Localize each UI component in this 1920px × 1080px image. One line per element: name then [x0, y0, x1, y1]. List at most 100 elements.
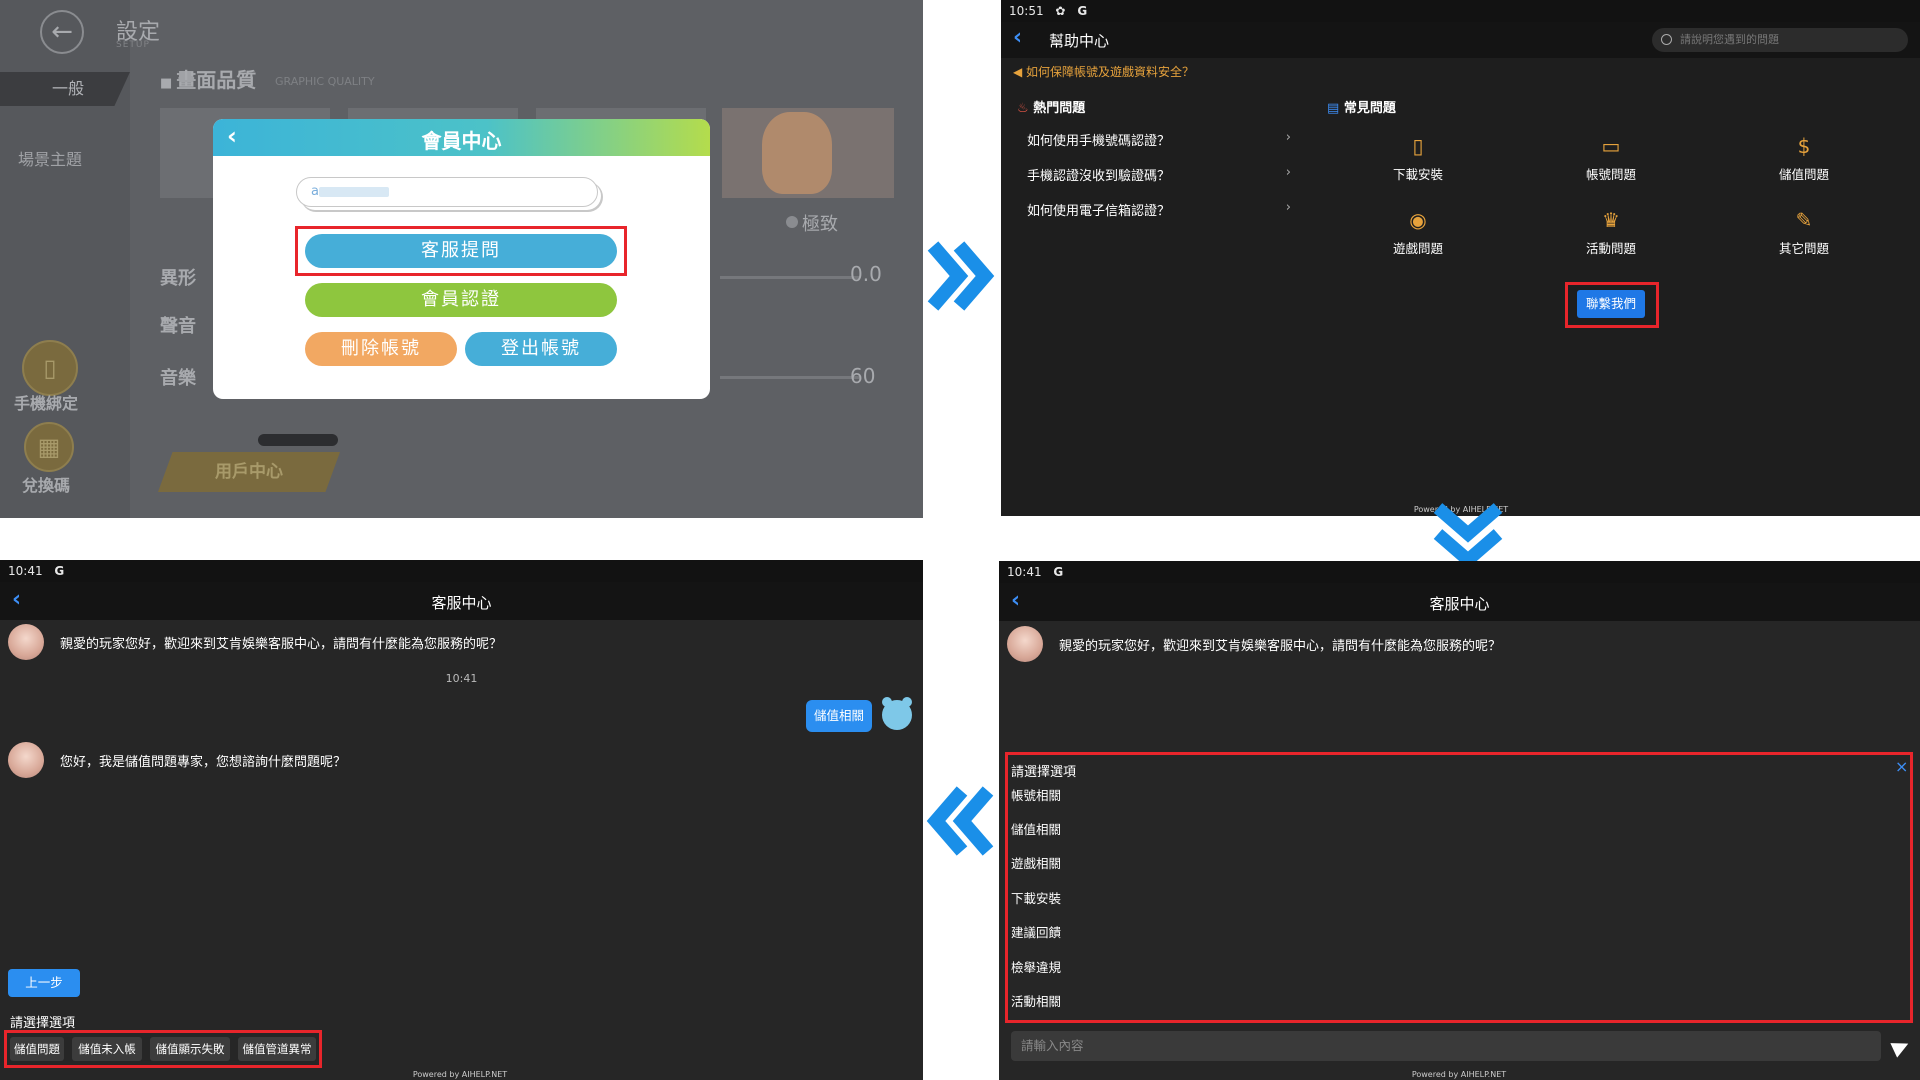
ultra-label: 極致	[802, 214, 838, 235]
tab-general[interactable]: 一般	[0, 72, 130, 106]
choice-item[interactable]: 下載安裝	[1011, 888, 1061, 907]
hot-question-item[interactable]: 如何使用手機號碼認證？ ›	[1027, 130, 1291, 149]
choice-item[interactable]: 建議回饋	[1011, 922, 1061, 941]
status-bar: 10:41 G	[0, 560, 923, 582]
delete-account-button[interactable]: 刪除帳號	[305, 332, 457, 366]
message-time: 10:41	[445, 672, 478, 685]
faq-icon: ▤	[1327, 101, 1344, 116]
back-arrow-icon[interactable]: ←	[40, 10, 84, 54]
top-bar: ‹ 客服中心	[0, 582, 923, 620]
arrow-right-icon	[927, 241, 995, 311]
member-verify-button[interactable]: 會員認證	[305, 283, 617, 317]
setting-slider-3[interactable]	[720, 376, 860, 379]
hot-question-item[interactable]: 手機認證沒收到驗證碼？ ›	[1027, 165, 1291, 184]
status-time: 10:51	[1009, 4, 1044, 18]
choice-item[interactable]: 檢舉違規	[1011, 957, 1061, 976]
palette-icon: ✿	[1055, 4, 1066, 18]
setting-slider-1[interactable]	[720, 276, 860, 279]
notice-text: 如何保障帳號及遊戲資料安全？	[1026, 65, 1195, 79]
setting-row-label-1: 異形	[160, 268, 196, 289]
faq-label: 儲值問題	[1778, 167, 1829, 182]
member-center-modal: ‹ 會員中心 a 客服提問 會員認證 刪除帳號 登出帳號	[213, 119, 710, 399]
faq-label: 帳號問題	[1585, 167, 1636, 182]
choice-item[interactable]: 儲值相關	[1011, 819, 1061, 838]
account-prefix: a	[311, 184, 319, 199]
status-bar: 10:51 ✿ G	[1001, 0, 1920, 22]
top-bar: ‹ 幫助中心 請說明您遇到的問題	[1001, 22, 1920, 58]
agent-avatar	[1007, 626, 1043, 662]
choice-title: 請選擇選項	[1011, 765, 1077, 780]
chevron-right-icon: ›	[1285, 165, 1291, 180]
help-center-screen: 10:51 ✿ G ‹ 幫助中心 請說明您遇到的問題 ◀ 如何保障帳號及遊戲資料…	[1001, 0, 1920, 516]
setting-toggle[interactable]	[258, 434, 338, 446]
faq-title: ▤ 常見問題	[1327, 97, 1396, 116]
faq-label: 活動問題	[1585, 241, 1636, 256]
notice-banner[interactable]: ◀ 如何保障帳號及遊戲資料安全？	[1013, 63, 1194, 80]
hot-question-text: 如何使用手機號碼認證？	[1027, 134, 1171, 149]
megaphone-icon: ◀	[1013, 65, 1027, 79]
faq-account[interactable]: ▭ 帳號問題	[1551, 134, 1671, 183]
highlight-box	[295, 226, 627, 276]
user-message-bubble: 儲值相關	[806, 700, 872, 732]
option-chip[interactable]: 儲值問題	[10, 1037, 64, 1061]
choice-item[interactable]: 活動相關	[1011, 991, 1061, 1010]
setting-row-label-3: 音樂	[160, 368, 196, 389]
faq-event[interactable]: ♛ 活動問題	[1551, 208, 1671, 257]
gift-icon[interactable]: ▦	[24, 422, 74, 472]
google-icon: G	[54, 564, 65, 578]
quality-thumb-ultra[interactable]	[722, 108, 894, 198]
id-card-icon: ▭	[1601, 134, 1621, 158]
faq-game[interactable]: ◉ 遊戲問題	[1358, 208, 1478, 257]
option-chip[interactable]: 儲值顯示失敗	[150, 1037, 230, 1061]
send-icon[interactable]	[1890, 1036, 1912, 1058]
hot-question-item[interactable]: 如何使用電子信箱認證？ ›	[1027, 200, 1291, 219]
faq-payment[interactable]: $ 儲值問題	[1744, 134, 1864, 183]
greeting-message: 親愛的玩家您好，歡迎來到艾肯娛樂客服中心，請問有什麼能為您服務的呢？	[60, 637, 503, 652]
camera-icon: ■	[160, 76, 173, 91]
option-chip[interactable]: 儲值管道異常	[238, 1037, 316, 1061]
hot-questions-title: ♨ 熱門問題	[1017, 97, 1085, 116]
close-icon[interactable]: ×	[1895, 757, 1908, 776]
user-center-button[interactable]: 用戶中心	[158, 452, 340, 492]
help-center-title: 幫助中心	[1049, 32, 1110, 50]
faq-other[interactable]: ✎ 其它問題	[1744, 208, 1864, 257]
logout-button[interactable]: 登出帳號	[465, 332, 617, 366]
faq-download-install[interactable]: ▯ 下載安裝	[1358, 134, 1478, 183]
search-placeholder: 請說明您遇到的問題	[1680, 33, 1779, 46]
phone-bind-label: 手機綁定	[14, 394, 79, 413]
faq-label: 下載安裝	[1392, 167, 1443, 182]
message-input[interactable]: 請輸入內容	[1011, 1031, 1881, 1061]
graphic-quality-text: 畫面品質	[176, 68, 257, 92]
ultra-radio[interactable]	[786, 216, 798, 228]
greeting-message: 親愛的玩家您好，歡迎來到艾肯娛樂客服中心，請問有什麼能為您服務的呢？	[1059, 639, 1502, 654]
hot-question-text: 手機認證沒收到驗證碼？	[1027, 169, 1171, 184]
google-icon: G	[1077, 4, 1088, 18]
previous-step-button[interactable]: 上一步	[8, 969, 80, 997]
customer-service-screen-options: 10:41 G ‹ 客服中心 親愛的玩家您好，歡迎來到艾肯娛樂客服中心，請問有什…	[999, 561, 1920, 1080]
setting-value-1: 0.0	[850, 262, 882, 286]
status-time: 10:41	[1007, 565, 1042, 579]
choice-item[interactable]: 帳號相關	[1011, 785, 1061, 804]
customer-service-screen-chat: 10:41 G ‹ 客服中心 親愛的玩家您好，歡迎來到艾肯娛樂客服中心，請問有什…	[0, 560, 923, 1080]
chevron-right-icon: ›	[1285, 130, 1291, 145]
account-field: a	[296, 177, 598, 207]
agent-avatar	[8, 624, 44, 660]
status-bar: 10:41 G	[999, 561, 1920, 583]
gamepad-icon: ◉	[1409, 208, 1427, 232]
modal-header: ‹ 會員中心	[213, 119, 710, 156]
top-bar: ‹ 客服中心	[999, 583, 1920, 621]
tab-scene-theme[interactable]: 場景主題	[18, 146, 82, 170]
faq-label: 遊戲問題	[1392, 241, 1443, 256]
choice-item[interactable]: 遊戲相關	[1011, 853, 1061, 872]
option-chip[interactable]: 儲值未入帳	[72, 1037, 142, 1061]
setting-value-3: 60	[850, 364, 876, 388]
settings-subtitle: SETUP	[116, 40, 150, 50]
fire-icon: ♨	[1017, 101, 1034, 116]
phone-icon[interactable]: ▯	[22, 340, 78, 396]
user-avatar	[882, 697, 912, 730]
redeem-code-label: 兌換碼	[22, 476, 71, 495]
highlight-box	[1565, 282, 1659, 328]
back-chevron-icon[interactable]: ‹	[1013, 25, 1022, 50]
search-input[interactable]: 請說明您遇到的問題	[1652, 28, 1908, 52]
account-masked	[318, 186, 389, 197]
